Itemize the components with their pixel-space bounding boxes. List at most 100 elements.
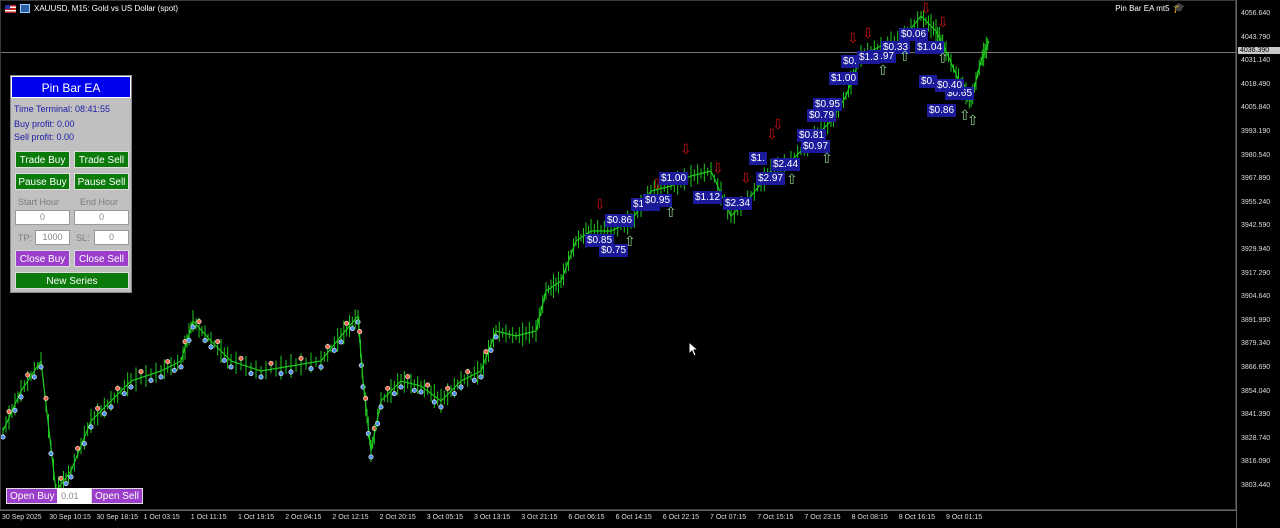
profit-label: $1.12 bbox=[693, 191, 723, 204]
profit-label: $1.00 bbox=[659, 172, 689, 185]
pin-bar-marker bbox=[357, 329, 363, 335]
pin-bar-marker bbox=[196, 319, 202, 325]
tp-label: TP: bbox=[18, 233, 33, 243]
end-hour-input[interactable]: 0 bbox=[74, 210, 129, 225]
buy-arrow-icon: ⇧ bbox=[786, 171, 798, 187]
new-series-button[interactable]: New Series bbox=[15, 272, 129, 289]
buy-arrow-icon: ⇧ bbox=[967, 112, 979, 128]
price-axis[interactable]: 4056.640 4043.790 4031.140 4018.490 4005.840… bbox=[1236, 0, 1280, 528]
pin-bar-marker bbox=[431, 399, 437, 405]
sell-profit: Sell profit: 0.00 bbox=[14, 132, 75, 142]
price-tick-label: 4031.140 bbox=[1241, 57, 1271, 65]
profit-label: $0.86 bbox=[927, 104, 957, 117]
buy-arrow-icon: ⇧ bbox=[937, 50, 949, 66]
start-hour-label: Start Hour bbox=[18, 197, 60, 207]
pin-bar-marker bbox=[325, 344, 331, 350]
pin-bar-marker bbox=[171, 367, 177, 373]
time-tick-label: 1 Oct 11:15 bbox=[190, 514, 227, 521]
sell-arrow-icon: ⇩ bbox=[680, 141, 692, 157]
pin-bar-marker bbox=[248, 371, 254, 377]
lot-size-input[interactable]: 0.01 bbox=[57, 488, 91, 504]
time-axis[interactable]: 30 Sep 2025 30 Sep 10:15 30 Sep 18:15 1 Oct… bbox=[0, 510, 1236, 528]
close-buy-button[interactable]: Close Buy bbox=[15, 250, 70, 267]
pin-bar-marker bbox=[108, 404, 114, 410]
profit-label: $0.06 bbox=[899, 28, 929, 41]
pin-bar-marker bbox=[228, 364, 234, 370]
price-tick-label: 4005.840 bbox=[1241, 104, 1271, 112]
current-price-tag: 4036.390 bbox=[1238, 47, 1280, 54]
pin-bar-marker bbox=[158, 374, 164, 380]
price-tick-label: 3980.540 bbox=[1241, 151, 1271, 159]
time-tick-label: 6 Oct 14:15 bbox=[615, 514, 652, 521]
price-tick-label: 4056.640 bbox=[1241, 10, 1271, 17]
price-tick-label: 3917.290 bbox=[1241, 269, 1271, 277]
time-tick-label: 3 Oct 21:15 bbox=[521, 514, 558, 521]
price-tick-label: 3967.890 bbox=[1241, 175, 1271, 183]
pin-bar-marker bbox=[493, 334, 499, 340]
open-buy-button[interactable]: Open Buy bbox=[6, 488, 59, 504]
tp-input[interactable]: 1000 bbox=[35, 230, 70, 245]
pin-bar-marker bbox=[478, 374, 484, 380]
pin-bar-marker bbox=[411, 387, 417, 393]
close-sell-button[interactable]: Close Sell bbox=[74, 250, 129, 267]
profit-label: $0.79 bbox=[807, 109, 837, 122]
profit-label: $2.44 bbox=[771, 158, 801, 171]
pin-bar-marker bbox=[63, 481, 69, 487]
price-tick-label: 3803.440 bbox=[1241, 482, 1271, 489]
time-tick-label: 6 Oct 22:15 bbox=[662, 514, 699, 521]
sell-arrow-icon: ⇩ bbox=[651, 176, 663, 192]
pin-bar-marker bbox=[308, 366, 314, 372]
pin-bar-marker bbox=[483, 349, 489, 355]
chart-area[interactable]: XAUUSD, M15: Gold vs US Dollar (spot) Pi… bbox=[0, 0, 1237, 510]
open-sell-button[interactable]: Open Sell bbox=[91, 488, 143, 504]
profit-label: $2.97 bbox=[756, 172, 786, 185]
time-tick-label: 1 Oct 19:15 bbox=[238, 514, 275, 521]
ea-panel: Pin Bar EA Time Terminal: 08:41:55 Buy p… bbox=[10, 75, 132, 293]
time-tick-label: 30 Sep 18:15 bbox=[96, 514, 139, 521]
price-tick-label: 3866.690 bbox=[1241, 364, 1271, 371]
pin-bar-marker bbox=[115, 385, 121, 391]
pin-bar-marker bbox=[202, 337, 208, 343]
time-tick-label: 7 Oct 07:15 bbox=[710, 514, 747, 521]
pause-sell-button[interactable]: Pause Sell bbox=[74, 173, 129, 190]
pause-buy-button[interactable]: Pause Buy bbox=[15, 173, 70, 190]
pin-bar-marker bbox=[12, 407, 18, 413]
trade-sell-button[interactable]: Trade Sell bbox=[74, 151, 129, 168]
time-tick-label: 8 Oct 08:15 bbox=[851, 514, 888, 521]
pin-bar-marker bbox=[6, 409, 12, 415]
pin-bar-marker bbox=[355, 319, 361, 325]
pin-bar-marker bbox=[378, 404, 384, 410]
pin-bar-marker bbox=[398, 384, 404, 390]
pin-bar-marker bbox=[363, 395, 369, 401]
sl-input[interactable]: 0 bbox=[94, 230, 129, 245]
pin-bar-marker bbox=[471, 377, 477, 383]
pin-bar-marker bbox=[418, 389, 424, 395]
pin-bar-marker bbox=[25, 372, 31, 378]
trade-buy-button[interactable]: Trade Buy bbox=[15, 151, 70, 168]
pin-bar-marker bbox=[425, 382, 431, 388]
time-tick-label: 1 Oct 03:15 bbox=[143, 514, 180, 521]
price-tick-label: 3955.240 bbox=[1241, 198, 1271, 206]
price-tick-label: 3993.190 bbox=[1241, 128, 1271, 135]
time-tick-label: 7 Oct 15:15 bbox=[757, 514, 794, 521]
price-tick-label: 3904.640 bbox=[1241, 293, 1271, 301]
price-line bbox=[2, 15, 990, 493]
time-tick-label: 30 Sep 2025 bbox=[2, 514, 42, 521]
panel-title: Pin Bar EA bbox=[11, 76, 131, 98]
pin-bar-marker bbox=[451, 391, 457, 397]
profit-label: $1.00 bbox=[829, 72, 859, 85]
pin-bar-marker bbox=[391, 391, 397, 397]
pin-bar-marker bbox=[358, 362, 364, 368]
pin-bar-marker bbox=[1, 434, 6, 440]
price-tick-label: 3841.390 bbox=[1241, 411, 1271, 419]
pin-bar-marker bbox=[278, 371, 284, 377]
mouse-cursor-icon bbox=[688, 341, 698, 357]
pin-bar-marker bbox=[405, 374, 411, 380]
pin-bar-marker bbox=[31, 374, 37, 380]
end-hour-label: End Hour bbox=[80, 197, 119, 207]
pin-bar-marker bbox=[338, 339, 344, 345]
sell-arrow-icon: ⇩ bbox=[594, 196, 606, 212]
time-tick-label: 2 Oct 12:15 bbox=[332, 514, 369, 521]
start-hour-input[interactable]: 0 bbox=[15, 210, 70, 225]
pin-bar-marker bbox=[445, 385, 451, 391]
